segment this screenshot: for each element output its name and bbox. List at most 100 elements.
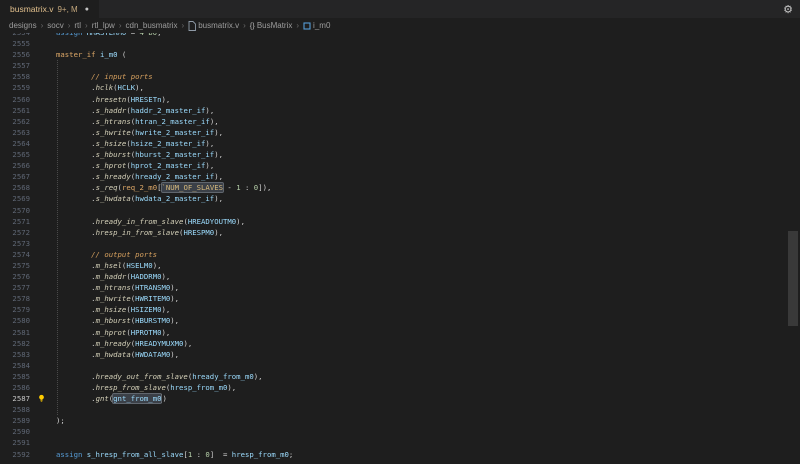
glyph-margin[interactable] bbox=[30, 360, 56, 371]
line-number[interactable]: 2568 bbox=[0, 182, 30, 193]
line-number[interactable]: 2586 bbox=[0, 382, 30, 393]
code-line-2586[interactable]: 2586 .hresp_from_slave(hresp_from_m0), bbox=[0, 382, 786, 393]
glyph-margin[interactable] bbox=[30, 171, 56, 182]
breadcrumb-item-socv[interactable]: socv bbox=[47, 21, 63, 30]
glyph-margin[interactable] bbox=[30, 138, 56, 149]
glyph-margin[interactable] bbox=[30, 449, 56, 460]
glyph-margin[interactable] bbox=[30, 216, 56, 227]
line-number[interactable]: 2573 bbox=[0, 238, 30, 249]
code-line-2556[interactable]: 2556master_if i_m0 ( bbox=[0, 49, 786, 60]
code-line-2588[interactable]: 2588 bbox=[0, 404, 786, 415]
line-number[interactable]: 2577 bbox=[0, 282, 30, 293]
code-line-2555[interactable]: 2555 bbox=[0, 38, 786, 49]
line-number[interactable]: 2561 bbox=[0, 105, 30, 116]
glyph-margin[interactable] bbox=[30, 160, 56, 171]
line-number[interactable]: 2555 bbox=[0, 38, 30, 49]
glyph-margin[interactable] bbox=[30, 49, 56, 60]
line-number[interactable]: 2579 bbox=[0, 304, 30, 315]
line-number[interactable]: 2590 bbox=[0, 426, 30, 437]
glyph-margin[interactable] bbox=[30, 415, 56, 426]
breadcrumb-item-designs[interactable]: designs bbox=[9, 21, 37, 30]
code-line-2574[interactable]: 2574 // output ports bbox=[0, 249, 786, 260]
line-number[interactable]: 2559 bbox=[0, 82, 30, 93]
breadcrumb-item-i_m0[interactable]: i_m0 bbox=[303, 21, 330, 30]
code-line-2572[interactable]: 2572 .hresp_in_from_slave(HRESPM0), bbox=[0, 227, 786, 238]
glyph-margin[interactable] bbox=[30, 249, 56, 260]
line-number[interactable]: 2567 bbox=[0, 171, 30, 182]
line-number[interactable]: 2556 bbox=[0, 49, 30, 60]
glyph-margin[interactable] bbox=[30, 293, 56, 304]
glyph-margin[interactable] bbox=[30, 71, 56, 82]
code-line-2585[interactable]: 2585 .hready_out_from_slave(hready_from_… bbox=[0, 371, 786, 382]
line-number[interactable]: 2587 bbox=[0, 393, 30, 404]
code-line-2562[interactable]: 2562 .s_htrans(htran_2_master_if), bbox=[0, 116, 786, 127]
glyph-margin[interactable] bbox=[30, 382, 56, 393]
glyph-margin[interactable] bbox=[30, 38, 56, 49]
code-line-2580[interactable]: 2580 .m_hburst(HBURSTM0), bbox=[0, 315, 786, 326]
scrollbar-thumb[interactable] bbox=[788, 231, 798, 326]
glyph-margin[interactable] bbox=[30, 127, 56, 138]
code-line-2575[interactable]: 2575 .m_hsel(HSELM0), bbox=[0, 260, 786, 271]
code-line-2563[interactable]: 2563 .s_hwrite(hwrite_2_master_if), bbox=[0, 127, 786, 138]
line-number[interactable]: 2592 bbox=[0, 449, 30, 460]
line-number[interactable]: 2557 bbox=[0, 60, 30, 71]
code-line-2573[interactable]: 2573 bbox=[0, 238, 786, 249]
line-number[interactable]: 2575 bbox=[0, 260, 30, 271]
code-line-2592[interactable]: 2592assign s_hresp_from_all_slave[1 : 0]… bbox=[0, 449, 786, 460]
line-number[interactable]: 2558 bbox=[0, 71, 30, 82]
glyph-margin[interactable] bbox=[30, 94, 56, 105]
breadcrumb-item-BusMatrix[interactable]: {}BusMatrix bbox=[250, 21, 293, 30]
code-line-2582[interactable]: 2582 .m_hready(HREADYMUXM0), bbox=[0, 338, 786, 349]
glyph-margin[interactable] bbox=[30, 437, 56, 448]
glyph-margin[interactable] bbox=[30, 327, 56, 338]
code-line-2578[interactable]: 2578 .m_hwrite(HWRITEM0), bbox=[0, 293, 786, 304]
breadcrumb-item-rtl_lpw[interactable]: rtl_lpw bbox=[92, 21, 115, 30]
glyph-margin[interactable] bbox=[30, 371, 56, 382]
glyph-margin[interactable] bbox=[30, 404, 56, 415]
line-number[interactable]: 2571 bbox=[0, 216, 30, 227]
line-number[interactable]: 2560 bbox=[0, 94, 30, 105]
glyph-margin[interactable] bbox=[30, 238, 56, 249]
breadcrumb-item-busmatrix.v[interactable]: busmatrix.v bbox=[188, 21, 239, 31]
glyph-margin[interactable] bbox=[30, 82, 56, 93]
code-line-2583[interactable]: 2583 .m_hwdata(HWDATAM0), bbox=[0, 349, 786, 360]
code-line-2587[interactable]: 2587 .gnt(gnt_from_m0) bbox=[0, 393, 786, 404]
line-number[interactable]: 2576 bbox=[0, 271, 30, 282]
tab-busmatrix[interactable]: busmatrix.v 9+, M ● bbox=[0, 0, 99, 18]
glyph-margin[interactable] bbox=[30, 116, 56, 127]
code-line-2560[interactable]: 2560 .hresetn(HRESETn), bbox=[0, 94, 786, 105]
code-line-2590[interactable]: 2590 bbox=[0, 426, 786, 437]
glyph-margin[interactable] bbox=[30, 227, 56, 238]
gear-icon[interactable]: ⚙ bbox=[783, 0, 800, 18]
code-line-2569[interactable]: 2569 .s_hwdata(hwdata_2_master_if), bbox=[0, 193, 786, 204]
line-number[interactable]: 2563 bbox=[0, 127, 30, 138]
code-line-2564[interactable]: 2564 .s_hsize(hsize_2_master_if), bbox=[0, 138, 786, 149]
line-number[interactable]: 2565 bbox=[0, 149, 30, 160]
line-number[interactable]: 2564 bbox=[0, 138, 30, 149]
line-number[interactable]: 2578 bbox=[0, 293, 30, 304]
glyph-margin[interactable] bbox=[30, 338, 56, 349]
line-number[interactable]: 2572 bbox=[0, 227, 30, 238]
line-number[interactable]: 2570 bbox=[0, 205, 30, 216]
code-line-2576[interactable]: 2576 .m_haddr(HADDRM0), bbox=[0, 271, 786, 282]
glyph-margin[interactable] bbox=[30, 426, 56, 437]
glyph-margin[interactable] bbox=[30, 393, 56, 404]
line-number[interactable]: 2569 bbox=[0, 193, 30, 204]
code-line-2571[interactable]: 2571 .hready_in_from_slave(HREADYOUTM0), bbox=[0, 216, 786, 227]
glyph-margin[interactable] bbox=[30, 271, 56, 282]
code-line-2589[interactable]: 2589); bbox=[0, 415, 786, 426]
glyph-margin[interactable] bbox=[30, 349, 56, 360]
code-line-2581[interactable]: 2581 .m_hprot(HPROTM0), bbox=[0, 327, 786, 338]
code-line-2557[interactable]: 2557 bbox=[0, 60, 786, 71]
line-number[interactable]: 2584 bbox=[0, 360, 30, 371]
code-line-2584[interactable]: 2584 bbox=[0, 360, 786, 371]
code-line-2566[interactable]: 2566 .s_hprot(hprot_2_master_if), bbox=[0, 160, 786, 171]
glyph-margin[interactable] bbox=[30, 149, 56, 160]
glyph-margin[interactable] bbox=[30, 260, 56, 271]
glyph-margin[interactable] bbox=[30, 304, 56, 315]
line-number[interactable]: 2591 bbox=[0, 437, 30, 448]
modified-dot-icon[interactable]: ● bbox=[85, 6, 89, 13]
code-line-2577[interactable]: 2577 .m_htrans(HTRANSM0), bbox=[0, 282, 786, 293]
line-number[interactable]: 2582 bbox=[0, 338, 30, 349]
line-number[interactable]: 2580 bbox=[0, 315, 30, 326]
